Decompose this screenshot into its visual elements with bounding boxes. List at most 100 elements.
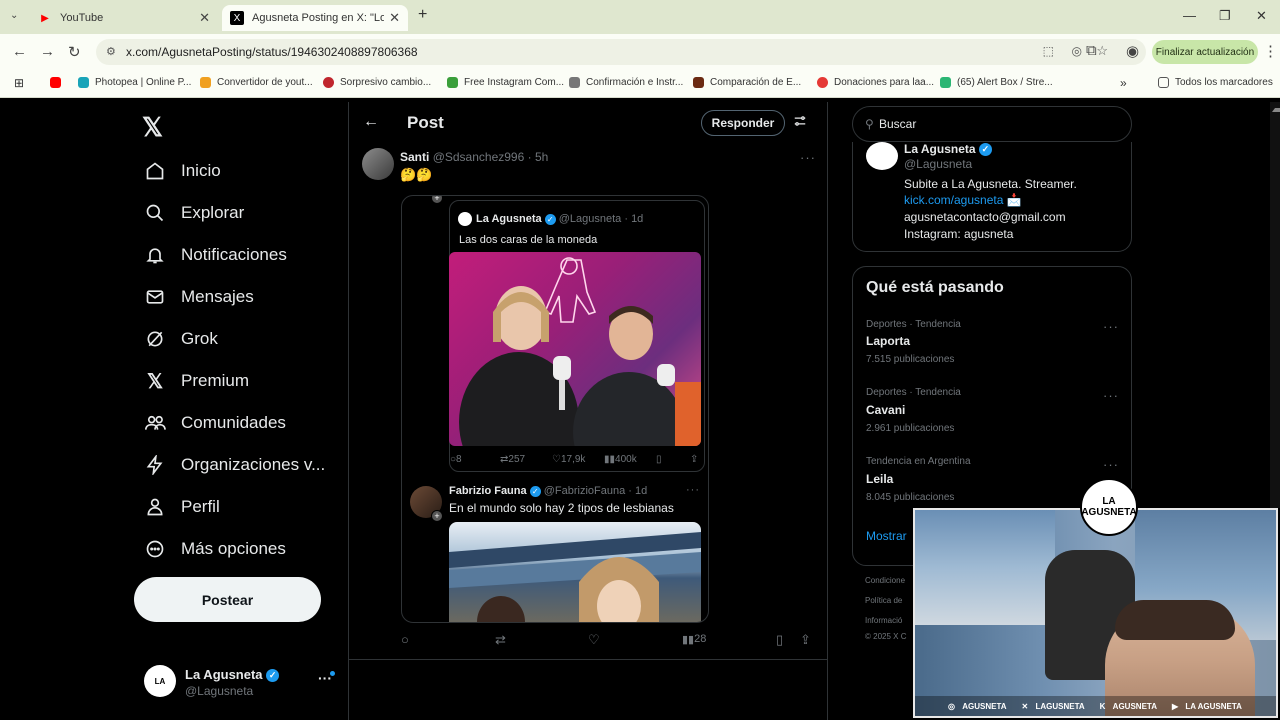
tab-youtube[interactable]: ▶ YouTube ✕ [30,5,218,31]
tweet-more-icon[interactable]: ··· [800,150,816,165]
forward-icon[interactable]: → [40,43,55,60]
quoted-more-icon[interactable]: ··· [686,484,700,496]
tab-x-post[interactable]: X Agusneta Posting en X: "Los do ✕ [222,5,408,31]
bookmark-item[interactable]: Photopea | Online P... [78,77,191,88]
trend-name[interactable]: Laporta [866,334,910,348]
views-count[interactable]: ▮▮ 28 [682,633,706,646]
all-bookmarks[interactable]: Todos los marcadores [1158,77,1273,88]
bookmark-icon[interactable]: ▯ [776,632,783,648]
extensions-icon[interactable]: ⧉ [1086,42,1097,59]
apps-icon[interactable]: ⊞ [14,76,24,90]
new-tab-button[interactable]: + [418,6,427,24]
profile-avatar[interactable] [866,142,898,170]
install-icon[interactable]: ⬚ [1043,44,1054,58]
close-tab-icon[interactable]: ✕ [199,10,210,26]
nav-inicio[interactable]: Inicio [144,155,221,187]
show-more-link[interactable]: Mostrar [866,529,907,543]
trend-name[interactable]: Leila [866,472,893,486]
tweet-author-handle[interactable]: @Sdsanchez996 [433,150,525,164]
nav-explorar[interactable]: Explorar [144,197,244,229]
bookmark-item[interactable]: Comparación de E... [693,77,801,88]
bookmark-item[interactable]: Convertidor de yout... [200,77,313,88]
profile-link[interactable]: kick.com/agusneta 📩 [904,193,1022,207]
trend-name[interactable]: Cavani [866,403,905,417]
tweet-text: 🤔🤔 [400,167,433,182]
bookmark-item[interactable]: Free Instagram Com... [447,77,564,88]
sliders-icon[interactable] [793,114,807,131]
post-button[interactable]: Postear [134,577,321,622]
share-icon[interactable]: ⇪ [800,632,811,648]
back-arrow-icon[interactable]: ← [363,113,379,131]
account-switcher[interactable]: LA La Agusneta ✓ @Lagusneta ··· [144,663,336,703]
trend-more-icon[interactable]: ··· [1103,388,1119,403]
nav-grok[interactable]: Grok [144,323,218,355]
bookmark-item[interactable]: (65) Alert Box / Stre... [940,77,1053,88]
site-info-icon[interactable]: ⚙ [106,45,116,58]
close-tab-icon[interactable]: ✕ [389,10,400,26]
maximize-button[interactable]: ❐ [1219,8,1231,24]
nav-premium[interactable]: 𝕏 Premium [144,365,249,397]
tweet-author-avatar[interactable] [362,148,394,180]
update-button[interactable]: Finalizar actualización [1152,40,1258,64]
quoted-author-name[interactable]: Fabrizio Fauna [449,485,527,497]
social-handles-bar: ◎ AGUSNETA ✕ LAGUSNETA K AGUSNETA ▶ LA A… [915,696,1276,716]
repost-icon[interactable]: ⇄ [495,632,506,648]
bookmark-youtube[interactable] [50,77,67,88]
profile-name-row[interactable]: La Agusneta ✓ [904,142,992,157]
bookmark-icon[interactable]: ▯ [656,454,662,465]
webcam-overlay: ◎ AGUSNETA ✕ LAGUSNETA K AGUSNETA ▶ LA A… [913,508,1278,718]
profile-handle[interactable]: @Lagusneta [904,157,972,171]
menu-icon[interactable]: ⋮ [1263,42,1278,60]
trend-more-icon[interactable]: ··· [1103,457,1119,472]
bookmark-item[interactable]: Donaciones para laa... [817,77,934,88]
tab-search-icon[interactable]: ⌄ [10,10,18,21]
repost-count[interactable]: ⇄ 257 [500,454,525,465]
tweet-author-name[interactable]: Santi [400,150,429,164]
search-input[interactable]: ⚲ Buscar [852,106,1132,142]
reload-icon[interactable]: ↻ [68,43,81,61]
nav-mensajes[interactable]: Mensajes [144,281,254,313]
minimize-button[interactable]: — [1183,8,1196,23]
bookmark-item[interactable]: Confirmación e Instr... [569,77,683,88]
eye-off-icon[interactable]: ◎ [1072,44,1082,58]
x-logo[interactable]: 𝕏 [142,112,163,143]
more-bookmarks-icon[interactable]: » [1120,76,1127,90]
reply-count[interactable]: ○ 8 [450,454,462,465]
like-count[interactable]: ♡ 17,9k [552,454,585,465]
quoted-media-image[interactable] [449,522,701,622]
reply-button[interactable]: Responder [701,110,785,136]
quote-card[interactable]: + La Agusneta ✓ @Lagusneta · 1d Las dos … [401,195,709,623]
bookmark-item[interactable]: Sorpresivo cambio... [323,77,431,88]
follow-plus-icon[interactable]: + [431,510,443,522]
poster-left [915,510,1055,625]
back-icon[interactable]: ← [12,43,27,60]
scrollbar[interactable] [1270,102,1280,508]
quoted-media-image[interactable] [449,252,701,446]
bookmarks-bar: ⊞ Photopea | Online P... Convertidor de … [0,70,1280,98]
nav-comunidades[interactable]: Comunidades [144,407,286,439]
nav-perfil[interactable]: Perfil [144,491,220,523]
address-bar[interactable]: ⚙ x.com/AgusnetaPosting/status/194630240… [96,39,1146,65]
nav-notificaciones[interactable]: Notificaciones [144,239,287,271]
verified-badge-icon: ✓ [544,213,556,225]
nav-mas-opciones[interactable]: Más opciones [144,533,286,565]
trend-more-icon[interactable]: ··· [1103,319,1119,334]
profile-icon[interactable]: ◉ [1126,42,1139,60]
quoted-author-handle[interactable]: @FabrizioFauna [544,485,625,497]
follow-plus-icon[interactable]: + [431,196,443,204]
close-window-button[interactable]: ✕ [1256,8,1267,24]
quoted-time[interactable]: · 1d [628,485,647,497]
profile-card: La Agusneta ✓ @Lagusneta Subite a La Agu… [852,142,1132,252]
like-icon[interactable]: ♡ [588,632,600,648]
view-count[interactable]: ▮▮ 400k [604,454,637,465]
footer-link[interactable]: Informació [865,616,902,625]
star-icon[interactable]: ☆ [1096,43,1108,59]
x-icon: X [230,11,244,25]
nav-organizaciones[interactable]: Organizaciones v... [144,449,325,481]
tweet-time[interactable]: · 5h [528,150,549,164]
share-icon[interactable]: ⇪ [690,454,698,465]
verified-badge-icon: ✓ [266,669,280,683]
reply-icon[interactable]: ○ [401,632,409,647]
footer-link[interactable]: Política de [865,596,902,605]
footer-link[interactable]: Condicione [865,576,905,585]
